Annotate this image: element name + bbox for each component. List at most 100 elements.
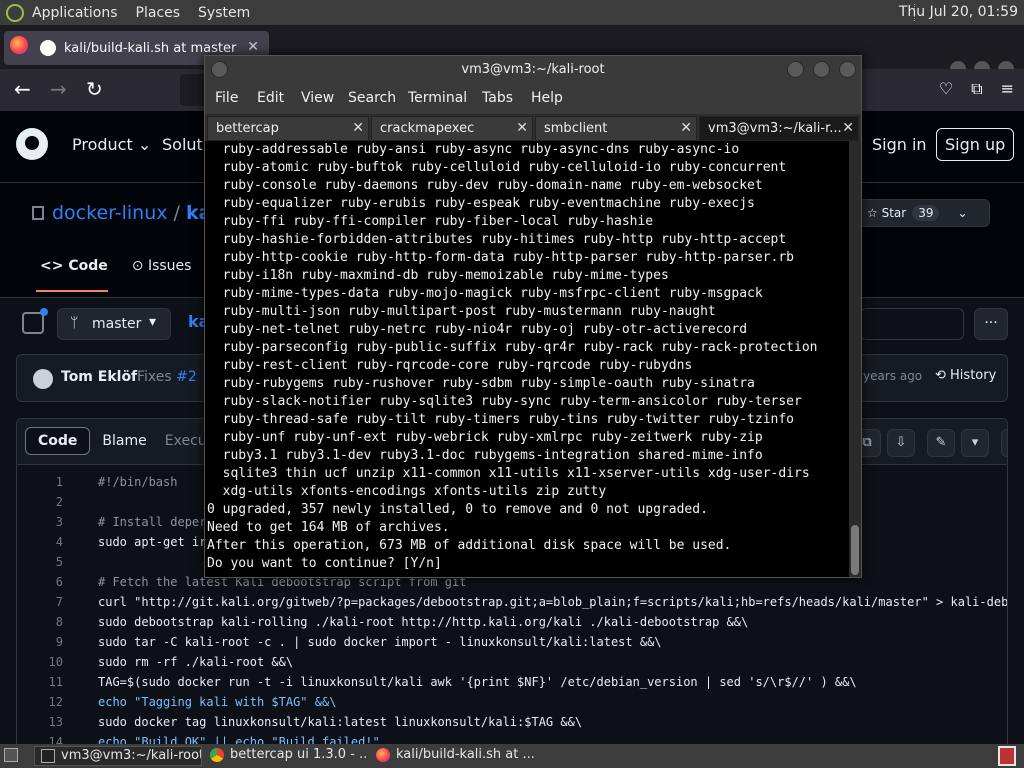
menu-edit[interactable]: Edit: [257, 90, 284, 106]
github-logo-icon[interactable]: [16, 128, 48, 160]
pocket-icon[interactable]: ♡: [939, 79, 953, 99]
menu-help[interactable]: Help: [531, 90, 563, 106]
terminal-line: Need to get 164 MB of archives.: [207, 520, 450, 535]
terminal-line: ruby-parseconfig ruby-public-suffix ruby…: [207, 340, 818, 355]
menu-view[interactable]: View: [301, 90, 334, 106]
nav-solutions[interactable]: Soluti: [162, 135, 207, 154]
back-arrow-icon[interactable]: ←: [14, 77, 31, 101]
terminal-minimize-icon[interactable]: [787, 61, 804, 78]
close-tab-icon[interactable]: ✕: [842, 120, 854, 136]
show-desktop-icon[interactable]: [4, 748, 18, 762]
avatar[interactable]: [33, 369, 53, 389]
repo-path: docker-linux / kali: [32, 202, 224, 224]
tab-code-view[interactable]: Code: [25, 427, 91, 455]
repo-book-icon: [32, 206, 44, 220]
terminal-line: ruby-ffi ruby-ffi-compiler ruby-fiber-lo…: [207, 214, 654, 229]
commit-author[interactable]: Tom Eklöf: [61, 369, 137, 385]
history-link[interactable]: ⟲ History: [935, 368, 996, 383]
terminal-line: ruby-atomic ruby-buftok ruby-celluloid r…: [207, 160, 787, 175]
terminal-line: ruby3.1 ruby3.1-dev ruby3.1-doc rubygems…: [207, 448, 763, 463]
close-tab-icon[interactable]: ✕: [516, 120, 528, 136]
terminal-tab-bettercap[interactable]: bettercap ✕: [207, 116, 369, 141]
close-tab-icon[interactable]: ✕: [352, 120, 364, 136]
kali-logo-icon[interactable]: [6, 3, 24, 22]
terminal-line: ruby-thread-safe ruby-tilt ruby-timers r…: [207, 412, 794, 427]
sign-in-link[interactable]: Sign in: [872, 135, 927, 154]
issue-link[interactable]: #2: [176, 369, 197, 385]
view-mode-tabs: Code Blame Execu: [25, 427, 213, 455]
sign-up-button[interactable]: Sign up: [936, 128, 1015, 161]
terminal-line: After this operation, 673 MB of addition…: [207, 538, 732, 553]
menu-file[interactable]: File: [215, 90, 238, 106]
terminal-line: ruby-i18n ruby-maxmind-db ruby-memoizabl…: [207, 268, 669, 283]
terminal-line: xdg-utils xfonts-encodings xfonts-utils …: [207, 484, 607, 499]
hamburger-menu-icon[interactable]: ≡: [1001, 79, 1014, 99]
terminal-tab-active[interactable]: vm3@vm3:~/kali-r... ✕: [699, 116, 859, 141]
repo-tabs: <> Code ⊙ Issues: [36, 258, 192, 292]
reload-icon[interactable]: ↻: [86, 77, 103, 101]
scrollbar-thumb[interactable]: [851, 525, 859, 575]
firefox-icon: [376, 748, 390, 762]
terminal-tab-crackmapexec[interactable]: crackmapexec ✕: [371, 116, 533, 141]
go-to-file-input[interactable]: [860, 308, 964, 340]
terminal-line: ruby-slack-notifier ruby-sqlite3 ruby-sy…: [207, 394, 802, 409]
tab-code[interactable]: <> Code: [36, 258, 108, 292]
system-panel: Applications Places System Thu Jul 20, 0…: [0, 0, 1024, 25]
menu-tabs[interactable]: Tabs: [482, 90, 513, 106]
github-favicon-icon: [40, 40, 56, 56]
file-tree-toggle-icon[interactable]: [22, 308, 48, 334]
more-options-button[interactable]: ···: [974, 308, 1008, 340]
terminal-prompt-line: Do you want to continue? [Y/n]: [207, 556, 442, 571]
clock[interactable]: Thu Jul 20, 01:59: [899, 4, 1018, 20]
commit-age: years ago: [863, 369, 923, 383]
applications-menu[interactable]: Applications: [32, 5, 118, 21]
terminal-tab-smbclient[interactable]: smbclient ✕: [535, 116, 697, 141]
terminal-tabs: bettercap ✕ crackmapexec ✕ smbclient ✕ v…: [205, 114, 861, 141]
menu-search[interactable]: Search: [348, 90, 396, 106]
symbols-icon[interactable]: ⟨⟩: [1001, 429, 1007, 457]
repo-path-separator: /: [173, 202, 180, 224]
edit-icon[interactable]: ✎: [927, 429, 955, 457]
terminal-output[interactable]: ruby-addressable ruby-ansi ruby-async ru…: [205, 141, 849, 577]
taskbar: vm3@vm3:~/kali-root bettercap ui 1.3.0 -…: [0, 744, 1024, 768]
close-tab-icon[interactable]: ✕: [680, 120, 692, 136]
branch-selector[interactable]: ᛘ master ▾: [57, 308, 171, 340]
menu-terminal[interactable]: Terminal: [408, 90, 467, 106]
terminal-window[interactable]: vm3@vm3:~/kali-root File Edit View Searc…: [204, 55, 862, 578]
terminal-menu-icon[interactable]: [211, 61, 228, 78]
terminal-titlebar[interactable]: vm3@vm3:~/kali-root: [205, 56, 861, 84]
workspace-switcher[interactable]: [998, 746, 1016, 766]
places-menu[interactable]: Places: [136, 5, 181, 21]
terminal-line: ruby-http-cookie ruby-http-form-data rub…: [207, 250, 794, 265]
tab-blame[interactable]: Blame: [90, 427, 158, 455]
task-firefox[interactable]: kali/build-kali.sh at ...: [370, 746, 540, 766]
terminal-line: ruby-mime-types-data ruby-mojo-magick ru…: [207, 286, 763, 301]
code-actions: ⧉ ⇩ ✎ ▾ ⟨⟩: [853, 429, 1007, 457]
task-terminal[interactable]: vm3@vm3:~/kali-root: [34, 746, 202, 766]
download-icon[interactable]: ⇩: [887, 429, 915, 457]
edit-dropdown-icon[interactable]: ▾: [961, 429, 989, 457]
terminal-line: ruby-net-telnet ruby-netrc ruby-nio4r ru…: [207, 322, 748, 337]
star-dropdown-icon[interactable]: ⌄: [957, 206, 967, 220]
terminal-title: vm3@vm3:~/kali-root: [461, 62, 605, 77]
branch-name: master: [92, 316, 142, 332]
forward-arrow-icon[interactable]: →: [50, 77, 67, 101]
terminal-menubar: File Edit View Search Terminal Tabs Help: [205, 84, 861, 114]
chevron-down-icon: ▾: [148, 314, 156, 330]
system-menu[interactable]: System: [198, 5, 250, 21]
nav-product[interactable]: Product ⌄: [72, 135, 151, 154]
repo-owner-link[interactable]: docker-linux: [52, 202, 167, 224]
star-button[interactable]: ☆ Star 39 ⌄: [858, 199, 990, 227]
commit-message[interactable]: Fixes #2: [137, 369, 197, 385]
extensions-icon[interactable]: ⧉: [971, 79, 982, 99]
terminal-maximize-icon[interactable]: [813, 61, 830, 78]
close-tab-icon[interactable]: ✕: [247, 39, 259, 55]
task-bettercap[interactable]: bettercap ui 1.3.0 - ...: [204, 746, 368, 766]
tab-issues[interactable]: ⊙ Issues: [132, 258, 192, 274]
terminal-scrollbar[interactable]: [849, 141, 861, 577]
terminal-line: sqlite3 thin ucf unzip x11-common x11-ut…: [207, 466, 810, 481]
browser-tab-title: kali/build-kali.sh at master: [64, 40, 237, 56]
terminal-close-icon[interactable]: [839, 61, 856, 78]
branch-icon: ᛘ: [70, 315, 79, 331]
terminal-line: ruby-rest-client ruby-rqrcode-core ruby-…: [207, 358, 693, 373]
